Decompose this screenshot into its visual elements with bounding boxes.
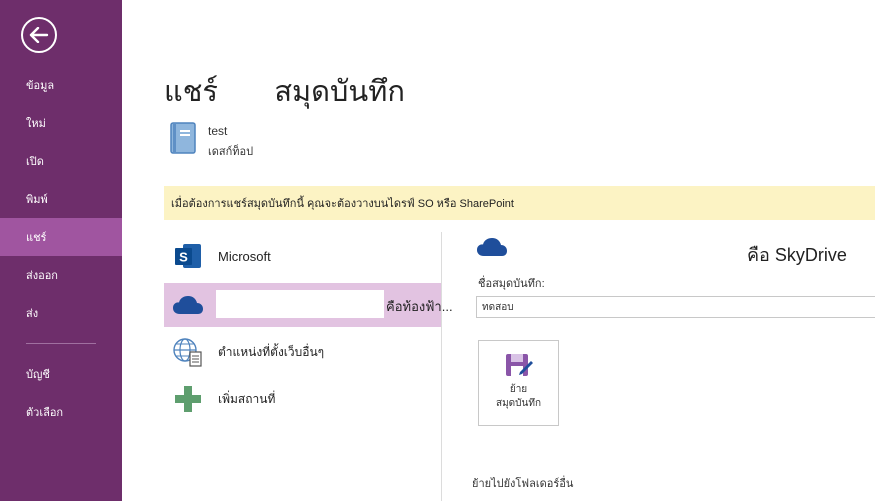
nav-item-label: ข้อมูล [26,80,55,92]
svg-text:S: S [179,250,188,265]
nav-item-label: บัญชี [26,369,50,381]
nav-item-label: ส่ง [26,308,39,320]
location-item-add-place[interactable]: เพิ่มสถานที่ [164,377,441,421]
add-place-icon [175,386,201,412]
nav-divider [26,343,96,344]
onedrive-cloud-icon [477,238,507,256]
account-name-redacted [216,290,384,318]
nav-item-label: เปิด [26,156,44,168]
share-pane: แชร์ สมุดบันทึก test เดสก์ท็อป เมื่อต้อง… [122,0,875,501]
nav-item-account[interactable]: บัญชี [0,355,122,393]
back-arrow-icon [29,27,49,43]
back-button[interactable] [21,17,57,53]
nav-item-info[interactable]: ข้อมูล [0,66,122,104]
service-title: คือ SkyDrive [747,245,847,265]
nav-item-label: ส่งออก [26,270,58,282]
vertical-divider [441,232,442,501]
move-to-folder-text: ย้ายไปยังโฟลเดอร์อื่น [472,478,574,490]
current-notebook: test เดสก์ท็อป [170,122,253,160]
notebook-name-label: ชื่อสมุดบันทึก: [478,278,545,290]
nav-item-open[interactable]: เปิด [0,142,122,180]
move-button-label: ย้าย [509,384,528,395]
move-notebook-button[interactable]: ย้าย สมุดบันทึก [478,340,559,426]
web-location-icon [173,338,202,367]
sharepoint-icon: S [175,244,201,268]
share-notice-bar: เมื่อต้องการแชร์สมุดบันทึกนี้ คุณจะต้องว… [164,186,875,220]
notebook-name: test [208,124,228,138]
onedrive-cloud-icon [173,296,203,314]
notebook-location: เดสก์ท็อป [208,146,254,158]
notebook-icon [170,122,196,154]
nav-item-send[interactable]: ส่ง [0,294,122,332]
share-notice-text: เมื่อต้องการแชร์สมุดบันทึกนี้ คุณจะต้องว… [171,198,514,210]
location-list: S Microsoft คือท้องฟ้า... ตำแหน่งที่ตั้ง… [164,234,453,421]
nav-item-options[interactable]: ตัวเลือก [0,393,122,431]
move-button-label-2: สมุดบันทึก [495,398,542,409]
location-label: เพิ่มสถานที่ [218,391,276,406]
location-item-sharepoint[interactable]: S Microsoft [164,234,441,278]
backstage-sidebar: ข้อมูล ใหม่ เปิด พิมพ์ แชร์ ส่งออก ส่ง บ… [0,0,122,501]
notebook-name-input[interactable] [476,296,875,318]
location-label: ตำแหน่งที่ตั้งเว็บอื่นๆ [218,344,325,359]
location-label: คือท้องฟ้า... [386,299,453,314]
nav-item-print[interactable]: พิมพ์ [0,180,122,218]
location-item-other-web[interactable]: ตำแหน่งที่ตั้งเว็บอื่นๆ [164,330,441,374]
page-title: แชร์ สมุดบันทึก [164,76,405,108]
nav-item-label: ตัวเลือก [26,407,64,419]
nav-item-label: พิมพ์ [26,194,48,206]
nav-item-new[interactable]: ใหม่ [0,104,122,142]
move-notebook-icon [505,354,533,376]
location-label: Microsoft [218,248,271,264]
nav-item-share[interactable]: แชร์ [0,218,122,256]
nav-item-label: ใหม่ [26,118,46,130]
nav-item-label: แชร์ [26,232,47,244]
nav-item-export[interactable]: ส่งออก [0,256,122,294]
location-item-onedrive[interactable]: คือท้องฟ้า... [164,283,453,327]
